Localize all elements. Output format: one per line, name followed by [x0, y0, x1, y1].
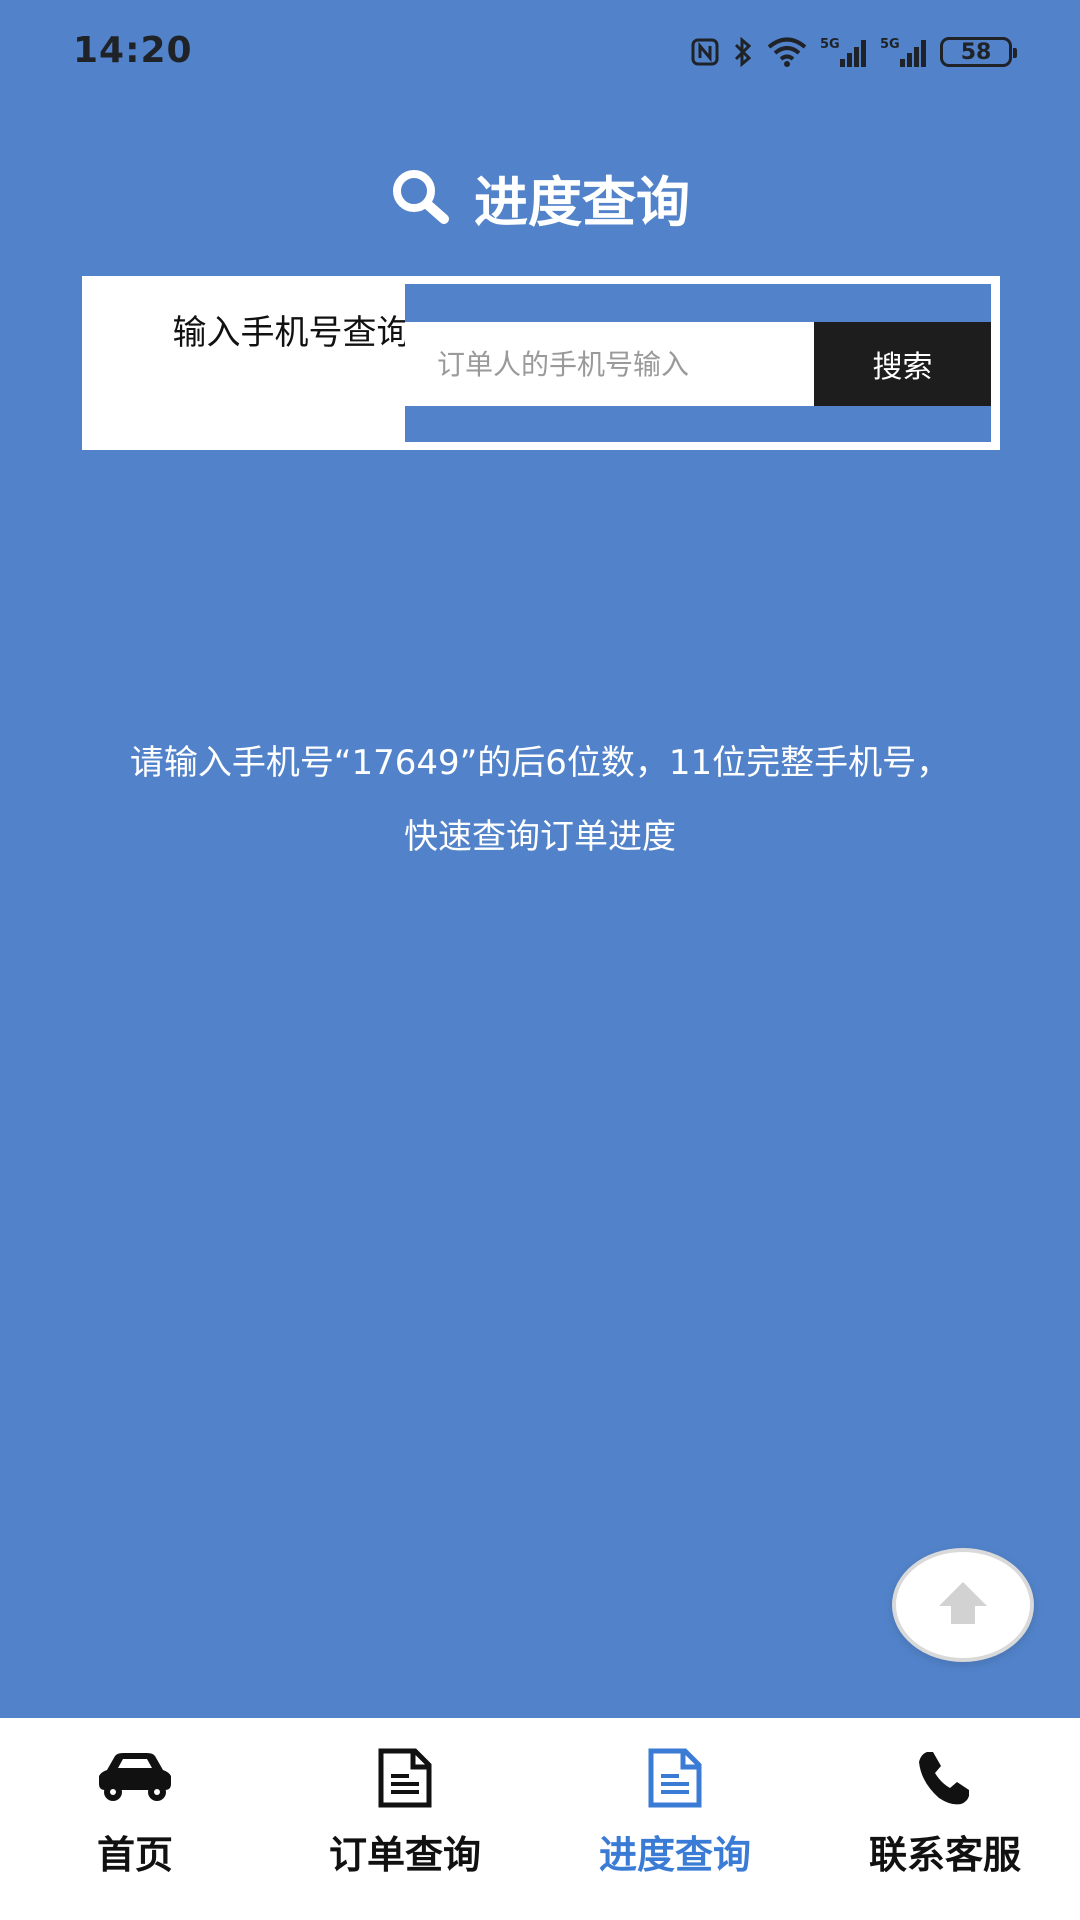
- scroll-top-button[interactable]: [892, 1548, 1034, 1662]
- phone-icon: [915, 1746, 975, 1810]
- search-area: 搜索: [405, 284, 991, 442]
- page-title: 进度查询: [474, 171, 690, 234]
- status-bar: 14:20 5G 5G 58: [0, 0, 1080, 100]
- nav-item-home[interactable]: 首页: [0, 1718, 270, 1920]
- status-time: 14:20: [73, 30, 193, 71]
- nav-item-order-query[interactable]: 订单查询: [270, 1718, 540, 1920]
- search-icon: [390, 167, 452, 229]
- arrow-up-icon: [935, 1578, 991, 1632]
- bluetooth-icon: [732, 36, 754, 68]
- search-button[interactable]: 搜索: [814, 322, 991, 406]
- nav-label-contact-service: 联系客服: [868, 1833, 1021, 1877]
- search-panel: 输入手机号查询: 搜索: [82, 276, 1000, 450]
- nav-item-progress-query[interactable]: 进度查询: [540, 1718, 810, 1920]
- page-header: 进度查询: [0, 158, 1080, 237]
- bottom-nav: 首页 订单查询 进度查询 联系客服: [0, 1718, 1080, 1920]
- document-icon: [645, 1746, 705, 1810]
- nfc-icon: [690, 37, 720, 67]
- nav-label-order-query: 订单查询: [328, 1833, 481, 1877]
- battery-level: 58: [960, 39, 992, 65]
- battery-icon: 58: [940, 37, 1017, 67]
- hint-line-1: 请输入手机号“17649”的后6位数，11位完整手机号，: [129, 743, 951, 783]
- status-icons: 5G 5G 58: [690, 30, 1017, 74]
- phone-search-input[interactable]: [405, 322, 814, 406]
- document-icon: [375, 1746, 435, 1810]
- wifi-icon: [766, 36, 808, 68]
- hint-line-2: 快速查询订单进度: [404, 817, 676, 857]
- nav-label-progress-query: 进度查询: [598, 1833, 751, 1877]
- signal-5g-icon: 5G: [820, 35, 868, 69]
- nav-label-home: 首页: [96, 1833, 173, 1877]
- nav-item-contact-service[interactable]: 联系客服: [810, 1718, 1080, 1920]
- search-label: 输入手机号查询:: [172, 313, 422, 353]
- signal-5g-icon: 5G: [880, 35, 928, 69]
- svg-text:5G: 5G: [820, 37, 840, 52]
- search-hint: 请输入手机号“17649”的后6位数，11位完整手机号， 快速查询订单进度: [30, 726, 1050, 874]
- car-icon: [93, 1746, 177, 1810]
- svg-text:5G: 5G: [880, 37, 900, 52]
